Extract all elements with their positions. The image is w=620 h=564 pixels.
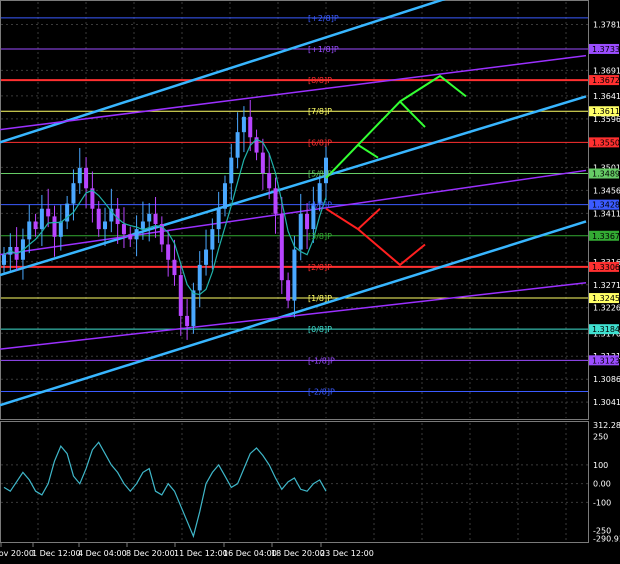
price-tick-label: 1.3781 — [593, 20, 620, 29]
murrey-level-label: [+2/8]P — [308, 14, 339, 23]
candle-body — [33, 221, 38, 230]
murrey-level-label: [2/8]P — [308, 263, 332, 272]
murrey-level-label: [6/8]P — [308, 138, 332, 147]
candle-body — [229, 157, 234, 184]
time-tick-label: 11 Dec 12:00 — [174, 549, 228, 558]
price-tick-label: 1.3041 — [593, 398, 620, 407]
murrey-level-label: [3/8]P — [308, 232, 332, 241]
time-tick-label: 16 Dec 04:00 — [223, 549, 277, 558]
price-tick-label: 1.3596 — [593, 115, 620, 124]
candle-body — [273, 188, 278, 214]
candle-body — [166, 244, 171, 260]
candle-body — [260, 152, 265, 173]
oscillator-tick-label: 100 — [593, 461, 608, 470]
candle-body — [77, 167, 82, 184]
candle-body — [235, 132, 240, 158]
price-tag-label: 1.3489 — [592, 170, 620, 179]
price-tag-label: 1.3672 — [592, 76, 620, 85]
candle-body — [241, 116, 246, 133]
price-tick-label: 1.3086 — [593, 375, 620, 384]
candle-body — [121, 224, 126, 235]
murrey-level-label: [5/8]P — [308, 170, 332, 179]
time-tick-label: 30 Nov 20:00 — [0, 549, 34, 558]
candle-body — [197, 264, 202, 291]
price-tag-label: 1.3733 — [592, 45, 620, 54]
candle-body — [286, 280, 291, 301]
oscillator-tick-label: 0.00 — [593, 480, 611, 489]
oscillator-tick-label: -290.914 — [593, 534, 620, 543]
time-tick-label: 18 Dec 20:00 — [271, 549, 325, 558]
candle-body — [248, 116, 253, 138]
candle-body — [222, 183, 227, 209]
candle-body — [216, 208, 221, 230]
price-tick-label: 1.3641 — [593, 92, 620, 101]
candle-body — [147, 213, 152, 222]
chart-window: [+2/8]P [+1/8]P [8/8]P [7/8]P [6/8]P [5/8]P [4… — [0, 0, 620, 564]
candle-body — [58, 221, 63, 237]
candle-body — [96, 208, 101, 230]
candle-body — [191, 290, 196, 327]
oscillator-tick-label: 312.2872 — [593, 421, 620, 430]
murrey-level-label: [0/8]P — [308, 325, 332, 334]
candle-body — [267, 172, 272, 189]
candle-body — [39, 208, 44, 230]
candle-body — [103, 221, 108, 230]
candle-body — [140, 221, 145, 230]
candle-body — [305, 213, 310, 230]
candle-body — [153, 213, 158, 225]
candle-body — [279, 213, 284, 281]
price-tag-label: 1.3184 — [592, 325, 620, 334]
price-tag-label: 1.3123 — [592, 356, 620, 365]
price-tag-label: 1.3611 — [592, 107, 620, 116]
price-tag-label: 1.3428 — [592, 201, 620, 210]
murrey-level-label: [-1/8]P — [308, 356, 335, 365]
candle-body — [46, 208, 51, 217]
candle-body — [71, 183, 76, 204]
candle-body — [178, 275, 183, 316]
murrey-level-label: [+1/8]P — [308, 45, 339, 54]
candle-body — [84, 167, 89, 189]
candle-body — [204, 249, 209, 265]
price-tick-label: 1.3691 — [593, 66, 620, 75]
murrey-level-label: [1/8]P — [308, 294, 332, 303]
price-tag-label: 1.3550 — [592, 138, 620, 147]
candle-body — [2, 254, 6, 265]
time-tick-label: 1 Dec 12:00 — [32, 549, 81, 558]
price-tag-label: 1.3306 — [592, 263, 620, 272]
price-tag-label: 1.3245 — [592, 294, 620, 303]
oscillator-tick-label: 250 — [593, 433, 608, 442]
oscillator-tick-label: -100 — [593, 498, 611, 507]
price-tick-label: 1.3411 — [593, 209, 620, 218]
price-tag-label: 1.3367 — [592, 232, 620, 241]
candle-body — [298, 213, 303, 250]
murrey-level-label: [4/8]P — [308, 201, 332, 210]
price-tick-label: 1.3271 — [593, 281, 620, 290]
time-tick-label: 4 Dec 04:00 — [78, 549, 127, 558]
time-tick-label: 8 Dec 20:00 — [126, 549, 175, 558]
time-tick-label: 23 Dec 12:00 — [320, 549, 374, 558]
candle-body — [128, 234, 133, 240]
candle-body — [185, 315, 190, 327]
murrey-level-label: [7/8]P — [308, 107, 332, 116]
murrey-level-label: [-2/8]P — [308, 387, 335, 396]
candle-body — [172, 259, 177, 276]
candle-body — [210, 229, 215, 250]
price-tick-label: 1.3226 — [593, 304, 620, 313]
candle-body — [134, 229, 139, 240]
candle-body — [27, 221, 32, 240]
candle-body — [52, 216, 57, 237]
candle-body — [292, 249, 297, 301]
price-tick-label: 1.3456 — [593, 186, 620, 195]
murrey-level-label: [8/8]P — [308, 76, 332, 85]
